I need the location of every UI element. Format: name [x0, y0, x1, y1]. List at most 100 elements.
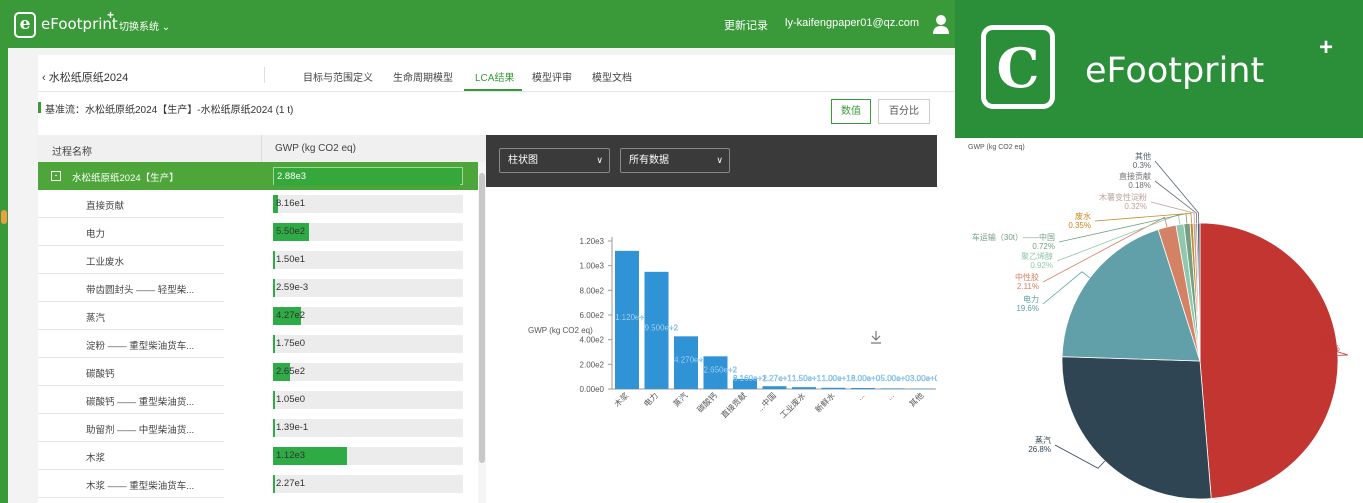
table-row[interactable]: 碳酸钙 2.65e2: [38, 358, 478, 386]
gwp-bar-track: 1.39e-1: [273, 419, 463, 437]
process-name: 蒸汽: [86, 313, 106, 324]
row-divider: [38, 497, 224, 498]
gwp-value: 5.50e2: [276, 226, 306, 237]
table-row[interactable]: 淀粉 —— 重型柴油货车... 1.75e0: [38, 330, 478, 358]
gwp-value: 1.12e3: [276, 450, 306, 461]
model-title: 水松纸原纸2024: [48, 72, 129, 84]
pie-percent: 26.8%: [1028, 445, 1051, 454]
gwp-value: 1.39e-1: [276, 422, 309, 433]
gwp-value: 2.27e1: [276, 478, 306, 489]
chart-ylabel: GWP (kg CO2 eq): [528, 326, 593, 335]
percent-mode-button[interactable]: 百分比: [878, 99, 930, 124]
gwp-bar-fill: [273, 335, 275, 353]
tab-model-review[interactable]: 模型评审: [532, 69, 572, 84]
process-name: 木浆 —— 重型柴油货车...: [86, 481, 195, 492]
user-icon[interactable]: [932, 14, 950, 34]
tab-goal-scope[interactable]: 目标与范围定义: [303, 69, 373, 84]
chart-toolbar: 柱状图 ∨ 所有数据 ∨: [486, 135, 937, 187]
gwp-bar-chart: GWP (kg CO2 eq) 0.00e0 2.00e2 4.00e2 6.00e2 8…: [528, 237, 937, 420]
gwp-bar-track: 5.50e2: [273, 223, 463, 241]
pie-label: 电力: [1023, 294, 1039, 304]
pie-label: 车运输（30t）——中国: [972, 232, 1055, 242]
collapse-icon[interactable]: -: [51, 171, 61, 181]
x-tick-label: ...: [855, 391, 866, 402]
app-logo-plus: +: [107, 8, 115, 22]
gwp-bar-fill: [273, 279, 275, 297]
pie-label: 蒸汽: [1035, 435, 1051, 445]
switch-system-menu[interactable]: 切换系统 ⌄: [119, 18, 170, 33]
bar-value-label: 1.00e+1: [822, 374, 852, 383]
pie-percent: 0.92%: [1030, 261, 1053, 270]
pie-label: 中性胶: [1015, 272, 1039, 282]
gwp-pie-chart: 木浆48.7% 蒸汽26.8% 电力19.6% 中性胶2.11% 聚乙烯醇0.92% 车运…: [972, 151, 1348, 500]
table-row[interactable]: 木浆 —— 重型柴油货车... 2.27e1: [38, 470, 478, 498]
user-email[interactable]: ly-kaifengpaper01@qz.com: [785, 17, 919, 29]
process-name: 碳酸钙: [86, 369, 115, 380]
table-row[interactable]: 木浆 1.12e3: [38, 442, 478, 470]
gwp-value: 1.75e0: [276, 338, 306, 349]
table-row[interactable]: 带齿圆封头 —— 轻型柴... 2.59e-3: [38, 274, 478, 302]
pie-label: 废水: [1075, 211, 1091, 221]
gwp-bar-fill: [273, 251, 275, 269]
gwp-bar-track: 1.05e0: [273, 391, 463, 409]
pie-label: 直接贡献: [1119, 171, 1151, 181]
tab-lca-results[interactable]: LCA结果: [475, 69, 514, 84]
baseline-flow: 基准流：水松纸原纸2024【生产】-水松纸原纸2024 (1 t): [45, 105, 294, 116]
results-table: - 水松纸原纸2024【生产】 2.88e3 直接贡献 8.16e1 电力 5.50e2 工业…: [38, 162, 478, 503]
brand-name: eFootprint: [1085, 51, 1265, 91]
footprint-logo-icon: C: [981, 25, 1055, 109]
divider: [261, 135, 262, 162]
table-row[interactable]: 碳酸钙 —— 重型柴油货... 1.05e0: [38, 386, 478, 414]
gwp-value: 1.05e0: [276, 394, 306, 405]
pie-percent: 0.72%: [1032, 242, 1055, 251]
pie-slice[interactable]: [1199, 222, 1339, 499]
data-filter-select[interactable]: 所有数据 ∨: [620, 148, 730, 173]
pie-percent: 2.11%: [1017, 282, 1039, 291]
process-name: 带齿圆封头 —— 轻型柴...: [86, 285, 195, 296]
bar-value-label: 4.270e+2: [674, 356, 708, 365]
bar: [792, 387, 816, 389]
x-tick-label: ...中国: [755, 390, 778, 413]
table-row-root[interactable]: - 水松纸原纸2024【生产】 2.88e3: [38, 162, 478, 190]
x-tick-label: 木浆: [612, 390, 630, 408]
gwp-bar-track: 2.59e-3: [273, 279, 463, 297]
y-tick-label: 1.00e3: [580, 262, 605, 271]
back-button[interactable]: ‹ 水松纸原纸2024: [42, 69, 128, 85]
top-bar: e eFootprint + 切换系统 ⌄ 更新记录 ly-kaifengpap…: [8, 0, 955, 48]
pie-leader-line: [1094, 212, 1192, 224]
gwp-value: 2.88e3: [277, 171, 307, 182]
pie-slice[interactable]: [1061, 356, 1212, 500]
table-row[interactable]: 工业废水 1.50e1: [38, 246, 478, 274]
bar: [851, 388, 875, 389]
gwp-value: 2.59e-3: [276, 282, 309, 293]
tab-lifecycle-model[interactable]: 生命周期模型: [393, 69, 453, 84]
scrollbar-thumb[interactable]: [479, 173, 485, 463]
gwp-value: 2.65e2: [276, 366, 306, 377]
pie-leader-line: [1154, 180, 1198, 224]
table-row[interactable]: 助留剂 —— 中型柴油货... 1.39e-1: [38, 414, 478, 442]
y-tick-label: 6.00e2: [580, 311, 605, 320]
bar-value-label: 1.120e+3: [615, 313, 649, 322]
chevron-down-icon: ∨: [716, 155, 723, 165]
side-handle[interactable]: [1, 210, 7, 224]
process-name: 电力: [86, 229, 106, 240]
download-icon[interactable]: [871, 331, 881, 344]
x-tick-label: 直接贡献: [719, 390, 749, 420]
value-mode-button[interactable]: 数值: [831, 99, 871, 124]
left-edge-strip: [0, 0, 8, 503]
divider: [264, 67, 265, 83]
update-log-link[interactable]: 更新记录: [724, 17, 768, 33]
tab-model-docs[interactable]: 模型文档: [592, 69, 632, 84]
x-tick-label: 蒸汽: [671, 390, 689, 408]
table-row[interactable]: 电力 5.50e2: [38, 218, 478, 246]
pie-chart-label: GWP (kg CO2 eq): [968, 144, 1025, 151]
table-row[interactable]: 直接贡献 8.16e1: [38, 190, 478, 218]
pie-label: 木薯变性淀粉: [1099, 192, 1147, 202]
chart-type-select[interactable]: 柱状图 ∨: [499, 148, 610, 173]
data-filter-value: 所有数据: [629, 155, 669, 166]
y-tick-label: 4.00e2: [580, 336, 605, 345]
baseline-marker: [38, 102, 41, 113]
table-row[interactable]: 蒸汽 4.27e2: [38, 302, 478, 330]
x-tick-label: 工业废水: [778, 390, 808, 420]
bar-value-label: 9.500e+2: [645, 323, 679, 332]
